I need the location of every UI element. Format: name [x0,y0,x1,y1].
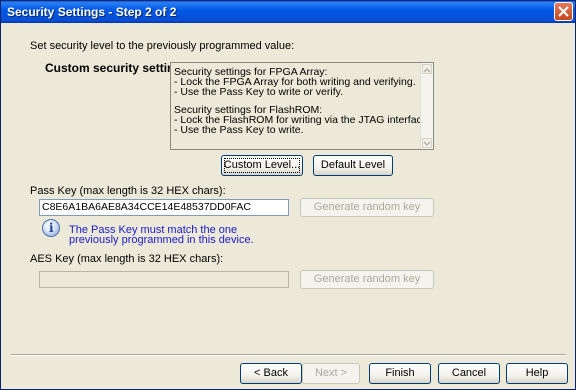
chevron-down-icon [423,141,431,146]
finish-button[interactable]: Finish [369,363,431,384]
security-description-box: Security settings for FPGA Array: - Lock… [170,62,434,150]
chevron-up-icon [423,68,431,73]
close-button[interactable] [554,2,573,21]
aes-key-input[interactable] [39,271,289,288]
generate-aes-key-button[interactable]: Generate random key [300,270,434,289]
pass-key-label: Pass Key (max length is 32 HEX chars): [30,185,226,197]
scroll-up-button[interactable] [422,64,432,74]
description-scrollbar[interactable] [420,63,433,149]
info-note-line2: previously programmed in this device. [69,234,254,246]
aes-key-label: AES Key (max length is 32 HEX chars): [30,253,224,265]
back-button[interactable]: < Back [240,363,302,384]
pass-key-value: C8E6A1BA6AE8A34CCE14E48537DD0FAC [42,201,251,213]
window-title: Security Settings - Step 2 of 2 [7,5,177,19]
scroll-down-button[interactable] [422,138,432,148]
generate-pass-key-button[interactable]: Generate random key [300,198,434,217]
default-level-button[interactable]: Default Level [313,155,393,176]
intro-text: Set security level to the previously pro… [30,40,295,52]
help-button[interactable]: Help [506,363,568,384]
description-line: - Use the Pass Key to write or verify. [174,86,344,98]
pass-key-input[interactable]: C8E6A1BA6AE8A34CCE14E48537DD0FAC [39,199,289,216]
next-button[interactable]: Next > [302,363,360,384]
security-settings-dialog: Security Settings - Step 2 of 2 Set secu… [0,0,576,390]
custom-level-button[interactable]: Custom Level... [221,155,303,176]
close-icon [558,6,569,17]
custom-settings-heading: Custom security settings [45,61,189,75]
title-bar[interactable]: Security Settings - Step 2 of 2 [1,1,575,23]
info-icon: i [42,219,60,237]
cancel-button[interactable]: Cancel [438,363,500,384]
description-line: - Use the Pass Key to write. [174,124,304,136]
footer-separator [11,354,566,356]
